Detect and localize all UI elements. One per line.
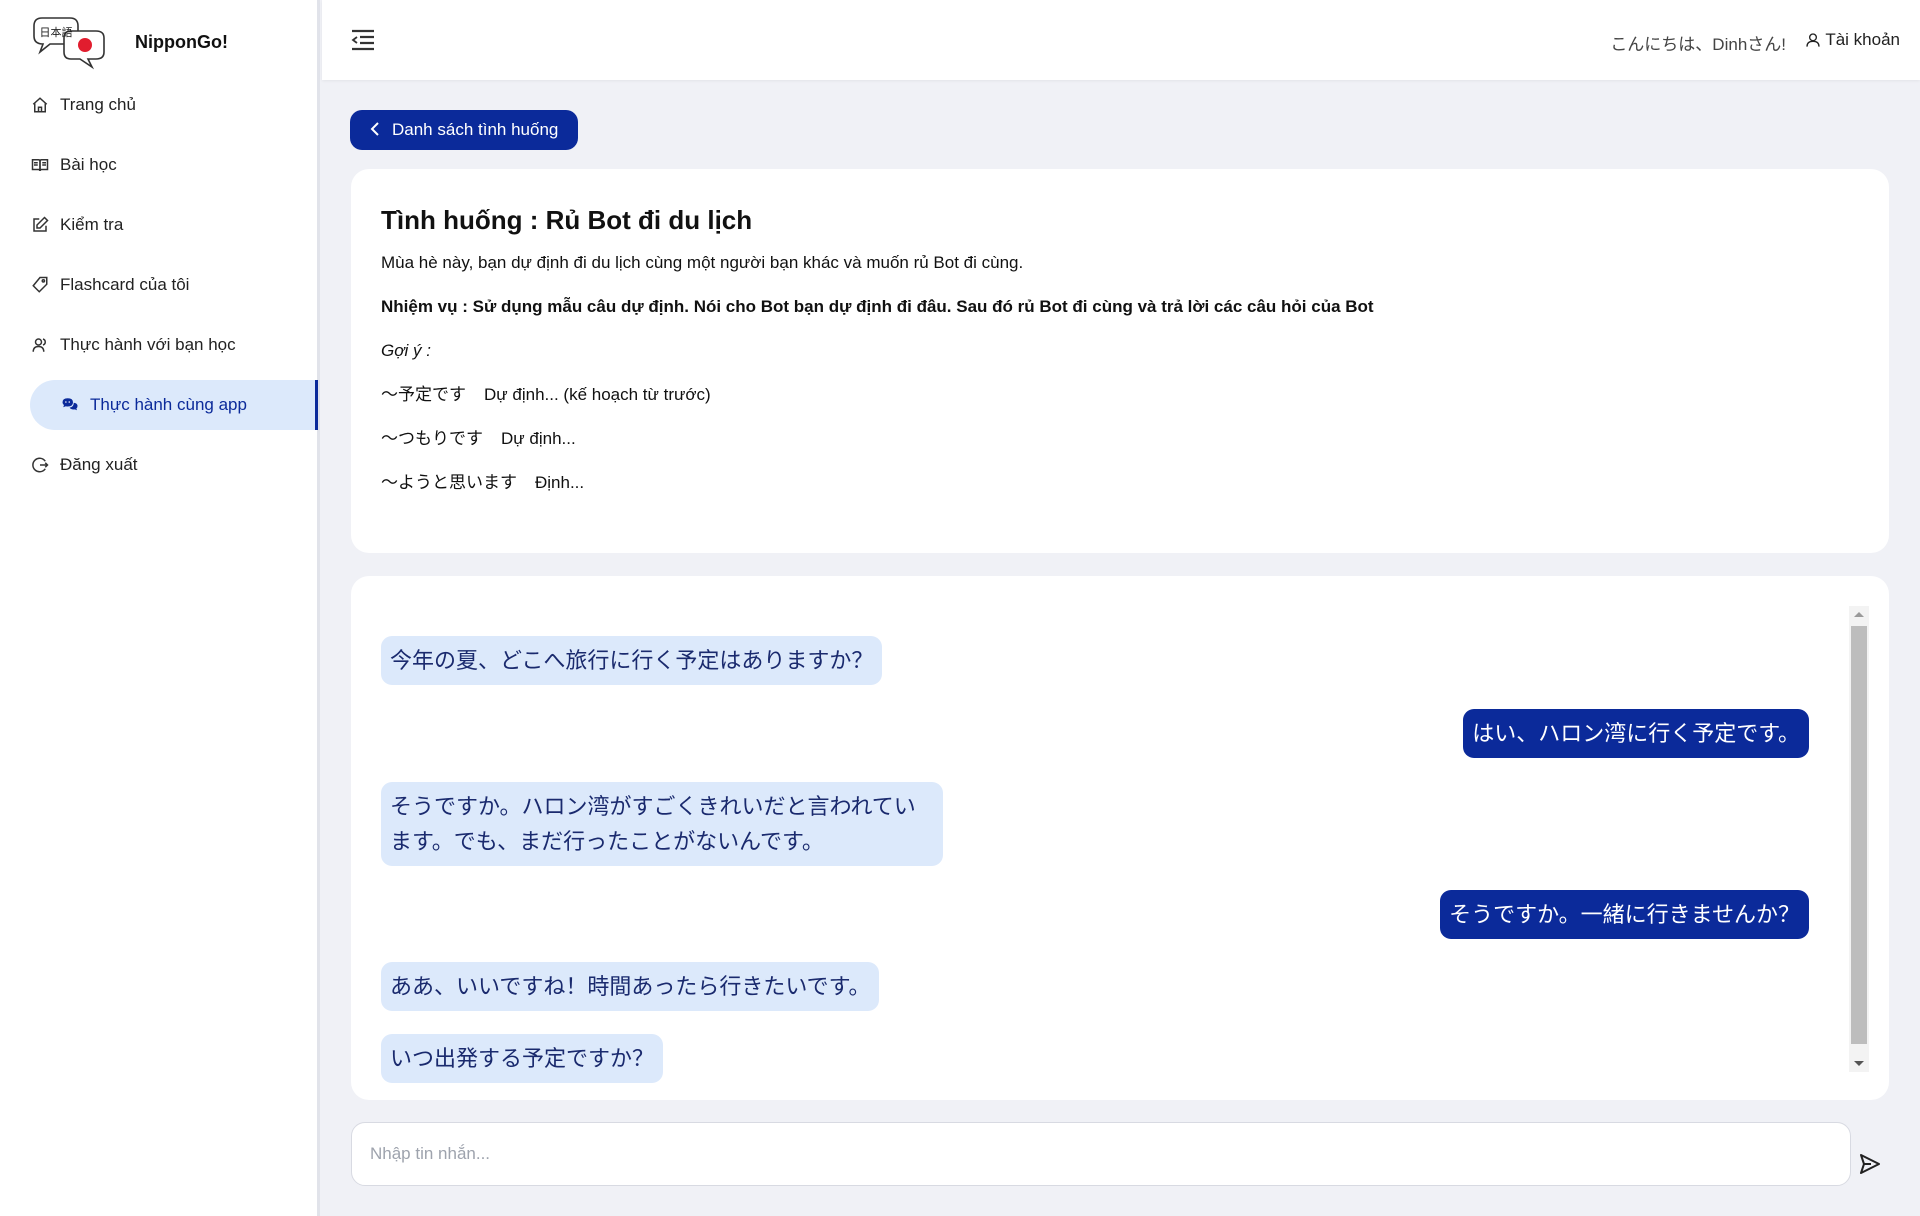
book-icon bbox=[30, 155, 50, 175]
brand[interactable]: 日本語 bbox=[28, 14, 110, 72]
user-message: そうですか。一緒に行きませんか？ bbox=[1440, 890, 1809, 939]
logout-icon bbox=[30, 455, 50, 475]
hint-pattern: ～予定です bbox=[381, 385, 466, 405]
hint-pattern: ～ようと思います bbox=[381, 473, 517, 493]
scrollbar-thumb[interactable] bbox=[1851, 626, 1867, 1044]
send-icon[interactable] bbox=[1858, 1152, 1882, 1176]
users-icon bbox=[30, 335, 50, 355]
back-to-scenarios-button[interactable]: Danh sách tình huống bbox=[350, 110, 579, 150]
topbar: こんにちは、Dinhさん! Tài khoản bbox=[322, 0, 1920, 80]
sidebar-item-label: Thực hành với bạn học bbox=[60, 335, 236, 354]
chat-icon bbox=[60, 395, 80, 415]
sidebar-item-home[interactable]: Trang chủ bbox=[30, 80, 316, 130]
brand-name[interactable]: NipponGo! bbox=[135, 32, 228, 53]
chat-panel: 今年の夏、どこへ旅行に行く予定はありますか？ はい、ハロン湾に行く予定です。 そ… bbox=[351, 576, 1889, 1100]
greeting-text: こんにちは、Dinhさん! bbox=[1610, 35, 1786, 54]
sidebar-item-logout[interactable]: Đăng xuất bbox=[30, 440, 316, 490]
svg-text:日本語: 日本語 bbox=[40, 25, 73, 39]
hint-item: ～つもりです Dự định... bbox=[381, 428, 1859, 450]
chevron-left-icon bbox=[370, 120, 380, 141]
sidebar-item-lessons[interactable]: Bài học bbox=[30, 140, 316, 190]
message-input[interactable] bbox=[351, 1122, 1851, 1186]
chat-messages[interactable]: 今年の夏、どこへ旅行に行く予定はありますか？ はい、ハロン湾に行く予定です。 そ… bbox=[381, 606, 1841, 1083]
scenario-title: Tình huống : Rủ Bot đi du lịch bbox=[381, 205, 753, 235]
user-icon bbox=[1806, 33, 1820, 47]
sidebar-item-label: Flashcard của tôi bbox=[60, 275, 190, 294]
user-message: はい、ハロン湾に行く予定です。 bbox=[1463, 709, 1809, 758]
menu-toggle-icon[interactable] bbox=[350, 28, 376, 52]
sidebar-item-tests[interactable]: Kiểm tra bbox=[30, 200, 316, 250]
chat-scrollbar[interactable] bbox=[1849, 606, 1869, 1072]
account-link[interactable]: Tài khoản bbox=[1805, 30, 1900, 50]
sidebar-item-label: Kiểm tra bbox=[60, 215, 124, 234]
hint-label: Gợi ý : bbox=[381, 341, 431, 361]
sidebar-item-label: Thực hành cùng app bbox=[90, 395, 247, 414]
sidebar-item-label: Trang chủ bbox=[60, 95, 136, 114]
hint-meaning: Dự định... bbox=[501, 429, 576, 449]
sidebar-item-label: Đăng xuất bbox=[60, 455, 138, 474]
sidebar-item-practice-peers[interactable]: Thực hành với bạn học bbox=[30, 320, 316, 370]
bot-message: いつ出発する予定ですか？ bbox=[381, 1034, 664, 1083]
hint-item: ～ようと思います Định... bbox=[381, 472, 1859, 494]
scenario-description: Mùa hè này, bạn dự định đi du lịch cùng … bbox=[381, 253, 1024, 272]
bot-message: そうですか。ハロン湾がすごくきれいだと言われています。でも、まだ行ったことがない… bbox=[381, 782, 943, 866]
hint-pattern: ～つもりです bbox=[381, 429, 483, 449]
scroll-down-icon[interactable] bbox=[1854, 1061, 1864, 1066]
hint-meaning: Dự định... (kế hoạch từ trước) bbox=[484, 385, 711, 405]
sidebar-item-practice-app[interactable]: Thực hành cùng app bbox=[30, 380, 318, 430]
bot-message: 今年の夏、どこへ旅行に行く予定はありますか？ bbox=[381, 636, 883, 685]
sidebar: 日本語 NipponGo! Trang chủ Bài học Kiểm tra bbox=[0, 0, 320, 1216]
back-button-label: Danh sách tình huống bbox=[392, 120, 559, 139]
home-icon bbox=[30, 95, 50, 115]
sidebar-item-flashcards[interactable]: Flashcard của tôi bbox=[30, 260, 316, 310]
scroll-up-icon[interactable] bbox=[1854, 612, 1864, 617]
sidebar-item-label: Bài học bbox=[60, 155, 117, 174]
tag-icon bbox=[30, 275, 50, 295]
logo: 日本語 bbox=[28, 14, 110, 72]
bot-message: ああ、いいですね！時間あったら行きたいです。 bbox=[381, 962, 880, 1011]
scenario-card: Tình huống : Rủ Bot đi du lịch Mùa hè nà… bbox=[351, 169, 1889, 553]
scenario-task: Nhiệm vụ : Sử dụng mẫu câu dự định. Nói … bbox=[381, 297, 1374, 317]
account-label: Tài khoản bbox=[1825, 30, 1900, 49]
hint-meaning: Định... bbox=[535, 473, 585, 493]
edit-icon bbox=[30, 215, 50, 235]
hint-item: ～予定です Dự định... (kế hoạch từ trước) bbox=[381, 384, 1859, 406]
